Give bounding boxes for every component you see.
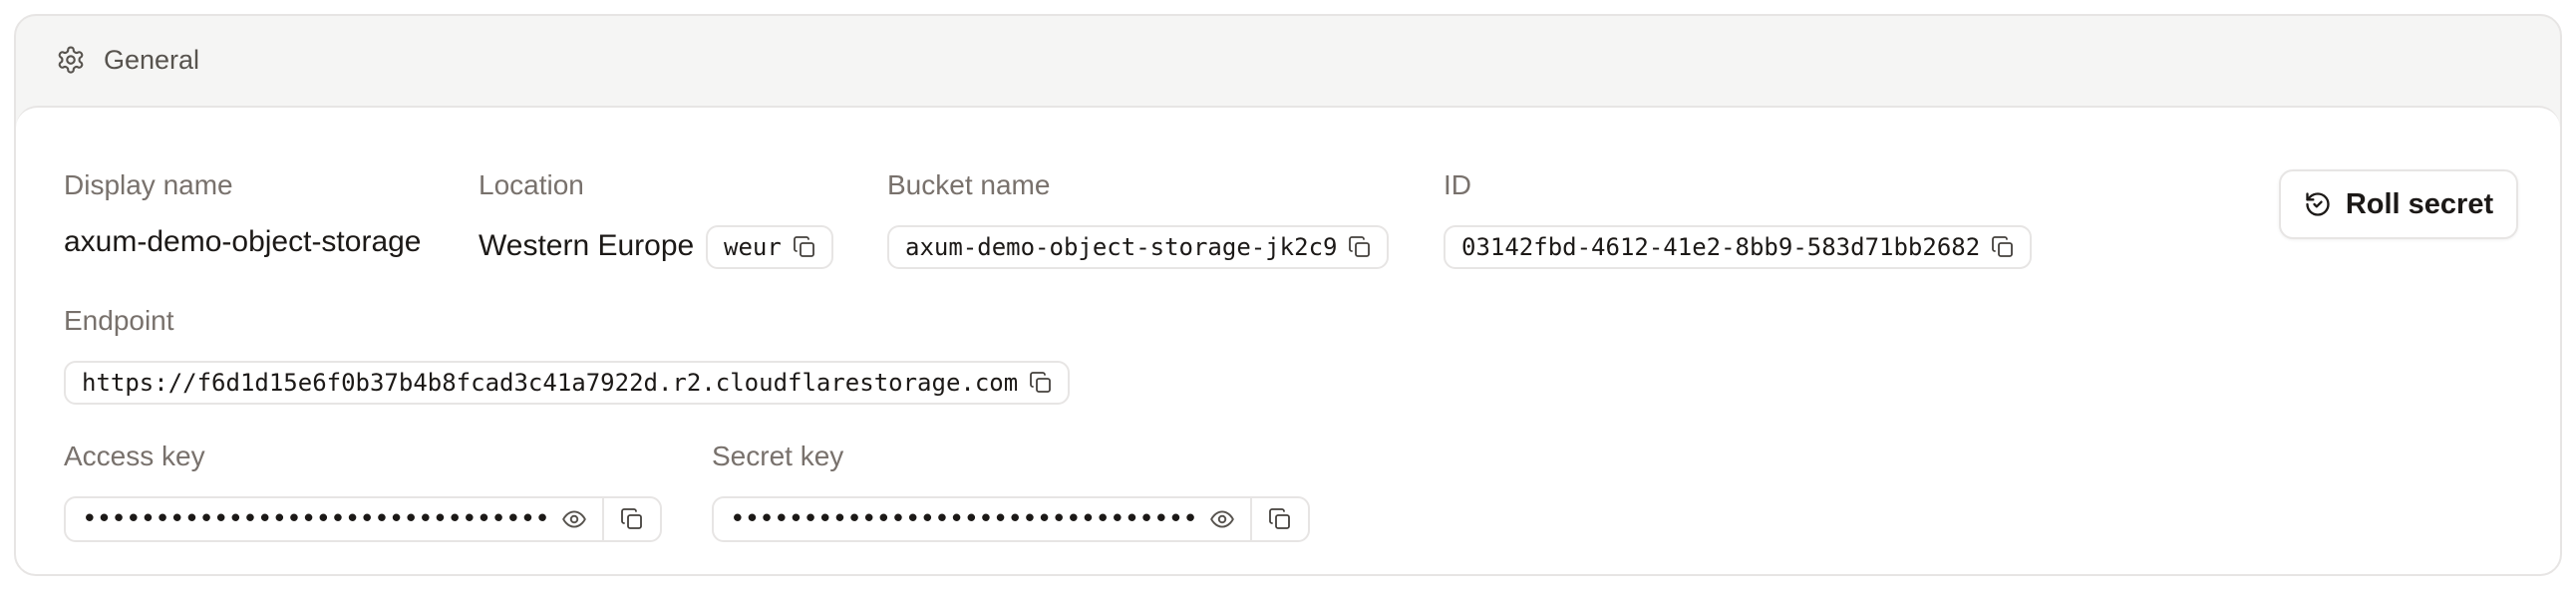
copy-icon[interactable] [1990, 234, 2016, 260]
eye-icon[interactable] [1194, 498, 1250, 540]
eye-icon[interactable] [546, 498, 602, 540]
copy-icon[interactable] [604, 498, 660, 540]
card-body: Display name axum-demo-object-storage Lo… [16, 106, 2560, 574]
location-label: Location [479, 169, 584, 200]
gear-icon [56, 45, 86, 75]
display-name-value: axum-demo-object-storage [64, 225, 422, 258]
copy-icon[interactable] [1028, 370, 1054, 396]
endpoint-value: https://f6d1d15e6f0b37b4b8fcad3c41a7922d… [82, 369, 1019, 397]
bucket-name-value: axum-demo-object-storage-jk2c9 [905, 233, 1338, 261]
id-label: ID [1444, 169, 1471, 200]
access-key-field: •••••••••••••••••••••••••••••••• [64, 496, 662, 542]
access-key-label: Access key [64, 441, 205, 471]
secret-key-label: Secret key [712, 441, 844, 471]
roll-secret-label: Roll secret [2345, 187, 2494, 220]
id-chip: 03142fbd-4612-41e2-8bb9-583d71bb2682 [1444, 225, 2033, 269]
section-title: General [104, 44, 200, 75]
general-card: General Display name axum-demo-object-st… [14, 14, 2562, 576]
display-name-label: Display name [64, 169, 233, 200]
copy-icon[interactable] [792, 234, 817, 260]
secret-key-field: •••••••••••••••••••••••••••••••• [712, 496, 1310, 542]
endpoint-label: Endpoint [64, 305, 174, 336]
rotate-icon [2304, 190, 2332, 218]
copy-icon[interactable] [1347, 234, 1373, 260]
location-value: Western Europe [479, 229, 695, 262]
id-value: 03142fbd-4612-41e2-8bb9-583d71bb2682 [1461, 233, 1981, 261]
roll-secret-button[interactable]: Roll secret [2279, 169, 2518, 239]
bucket-name-label: Bucket name [887, 169, 1051, 200]
location-code: weur [724, 233, 782, 261]
card-header: General [16, 16, 2560, 104]
copy-icon[interactable] [1252, 498, 1308, 540]
secret-key-value[interactable]: •••••••••••••••••••••••••••••••• [714, 504, 1194, 534]
access-key-value[interactable]: •••••••••••••••••••••••••••••••• [66, 504, 546, 534]
bucket-name-chip: axum-demo-object-storage-jk2c9 [887, 225, 1390, 269]
location-code-chip: weur [706, 225, 833, 269]
endpoint-chip: https://f6d1d15e6f0b37b4b8fcad3c41a7922d… [64, 361, 1071, 405]
